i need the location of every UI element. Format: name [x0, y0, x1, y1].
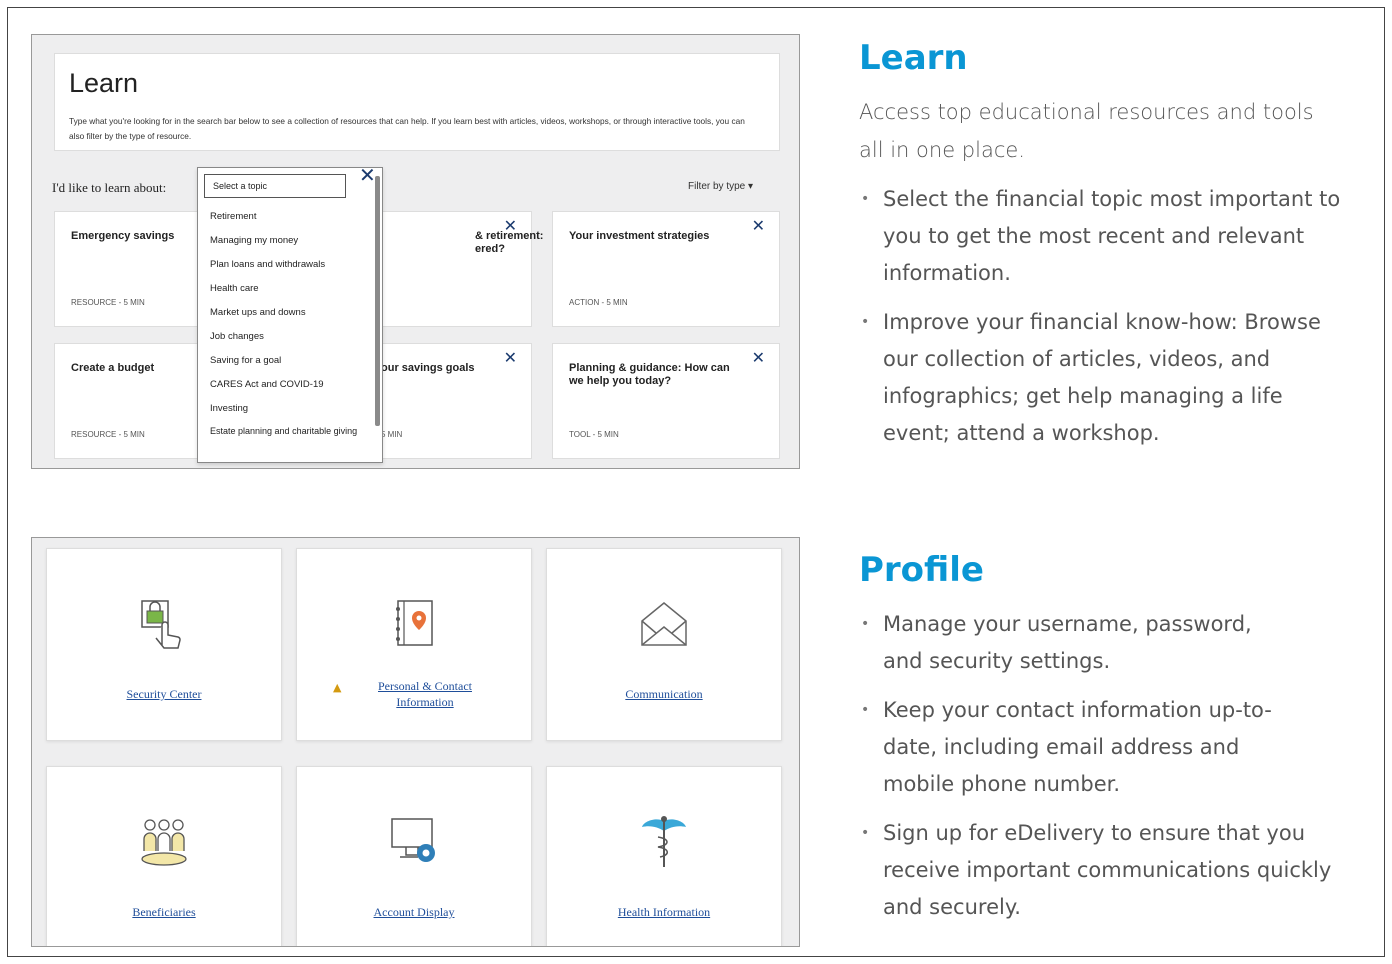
warning-icon: ▲: [333, 681, 342, 694]
topic-option[interactable]: Plan loans and withdrawals: [210, 258, 370, 282]
health-information-link[interactable]: Health Information: [547, 905, 781, 920]
card-title: Planning & guidance: How can we help you…: [569, 362, 730, 387]
dropdown-scrollbar[interactable]: [375, 176, 380, 426]
close-icon[interactable]: ✕: [752, 348, 765, 367]
topic-dropdown[interactable]: Retirement Managing my money Plan loans …: [197, 167, 383, 463]
account-display-link[interactable]: Account Display: [297, 905, 531, 920]
topic-option[interactable]: Job changes: [210, 330, 370, 354]
topic-option[interactable]: CARES Act and COVID-19: [210, 378, 370, 402]
tile-health-information[interactable]: Health Information: [546, 766, 782, 946]
card-meta: 5 MIN: [381, 430, 403, 439]
close-icon[interactable]: ✕: [504, 216, 517, 235]
tile-account-display[interactable]: Account Display: [296, 766, 532, 946]
learn-screenshot: Learn Type what you're looking for in th…: [31, 34, 800, 469]
learn-description: Type what you're looking for in the sear…: [69, 116, 745, 141]
profile-screenshot: Security Center ▲ Personal & Contact Inf…: [31, 537, 800, 947]
communication-link[interactable]: Communication: [547, 687, 781, 702]
personal-contact-link[interactable]: Personal & Contact Information: [357, 678, 493, 710]
topic-option[interactable]: Managing my money: [210, 234, 370, 258]
topic-option[interactable]: Investing: [210, 402, 370, 426]
learn-heading: Learn: [859, 38, 968, 78]
card-meta: RESOURCE - 5 MIN: [71, 430, 145, 439]
learn-header: Learn Type what you're looking for in th…: [54, 53, 780, 151]
learn-bullet: Improve your financial know-how: Browse …: [859, 304, 1339, 452]
monitor-gear-icon: [391, 818, 435, 862]
tile-security-center[interactable]: Security Center: [46, 548, 282, 741]
topic-option[interactable]: Estate planning and charitable giving: [210, 426, 370, 450]
close-icon[interactable]: ✕: [504, 348, 517, 367]
card-title: Emergency savings: [71, 230, 175, 242]
profile-bullet: Manage your username, password, and secu…: [859, 606, 1289, 680]
topic-select-input[interactable]: Select a topic: [204, 174, 346, 198]
filter-by-type-button[interactable]: Filter by type ▾: [688, 181, 753, 192]
tile-personal-contact[interactable]: ▲ Personal & Contact Information: [296, 548, 532, 741]
topic-list: Retirement Managing my money Plan loans …: [210, 210, 370, 450]
profile-bullet: Keep your contact information up-to-date…: [859, 692, 1289, 803]
people-icon: [141, 819, 187, 866]
profile-heading: Profile: [859, 550, 984, 590]
card-investment-strategies[interactable]: Your investment strategies ACTION - 5 MI…: [552, 211, 780, 327]
close-icon[interactable]: ✕: [359, 165, 376, 185]
envelope-icon: [641, 602, 687, 646]
tile-communication[interactable]: Communication: [546, 548, 782, 741]
close-icon[interactable]: ✕: [752, 216, 765, 235]
beneficiaries-link[interactable]: Beneficiaries: [47, 905, 281, 920]
security-lock-icon: [141, 600, 181, 649]
card-meta: RESOURCE - 5 MIN: [71, 298, 145, 307]
card-meta: TOOL - 5 MIN: [569, 430, 619, 439]
learn-bullets: Select the financial topic most importan…: [859, 181, 1379, 464]
learn-prompt-label: I'd like to learn about:: [52, 180, 167, 195]
card-title: Create a budget: [71, 362, 155, 374]
security-center-link[interactable]: Security Center: [47, 687, 281, 702]
address-book-icon: [396, 600, 433, 646]
topic-option[interactable]: Retirement: [210, 210, 370, 234]
card-meta: ACTION - 5 MIN: [569, 298, 628, 307]
profile-bullets: Manage your username, password, and secu…: [859, 606, 1379, 938]
topic-option[interactable]: Health care: [210, 282, 370, 306]
learn-lead: Access top educational resources and too…: [859, 100, 1314, 162]
topic-option[interactable]: Market ups and downs: [210, 306, 370, 330]
tile-beneficiaries[interactable]: Beneficiaries: [46, 766, 282, 946]
profile-bullet: Sign up for eDelivery to ensure that you…: [859, 815, 1339, 926]
learn-bullet: Select the financial topic most importan…: [859, 181, 1379, 292]
card-planning-guidance[interactable]: Planning & guidance: How can we help you…: [552, 343, 780, 459]
topic-option[interactable]: Saving for a goal: [210, 354, 370, 378]
caduceus-icon: [642, 816, 686, 867]
card-title: Your investment strategies: [569, 230, 710, 242]
card-title: our savings goals: [381, 362, 475, 374]
learn-page-title: Learn: [69, 68, 139, 98]
